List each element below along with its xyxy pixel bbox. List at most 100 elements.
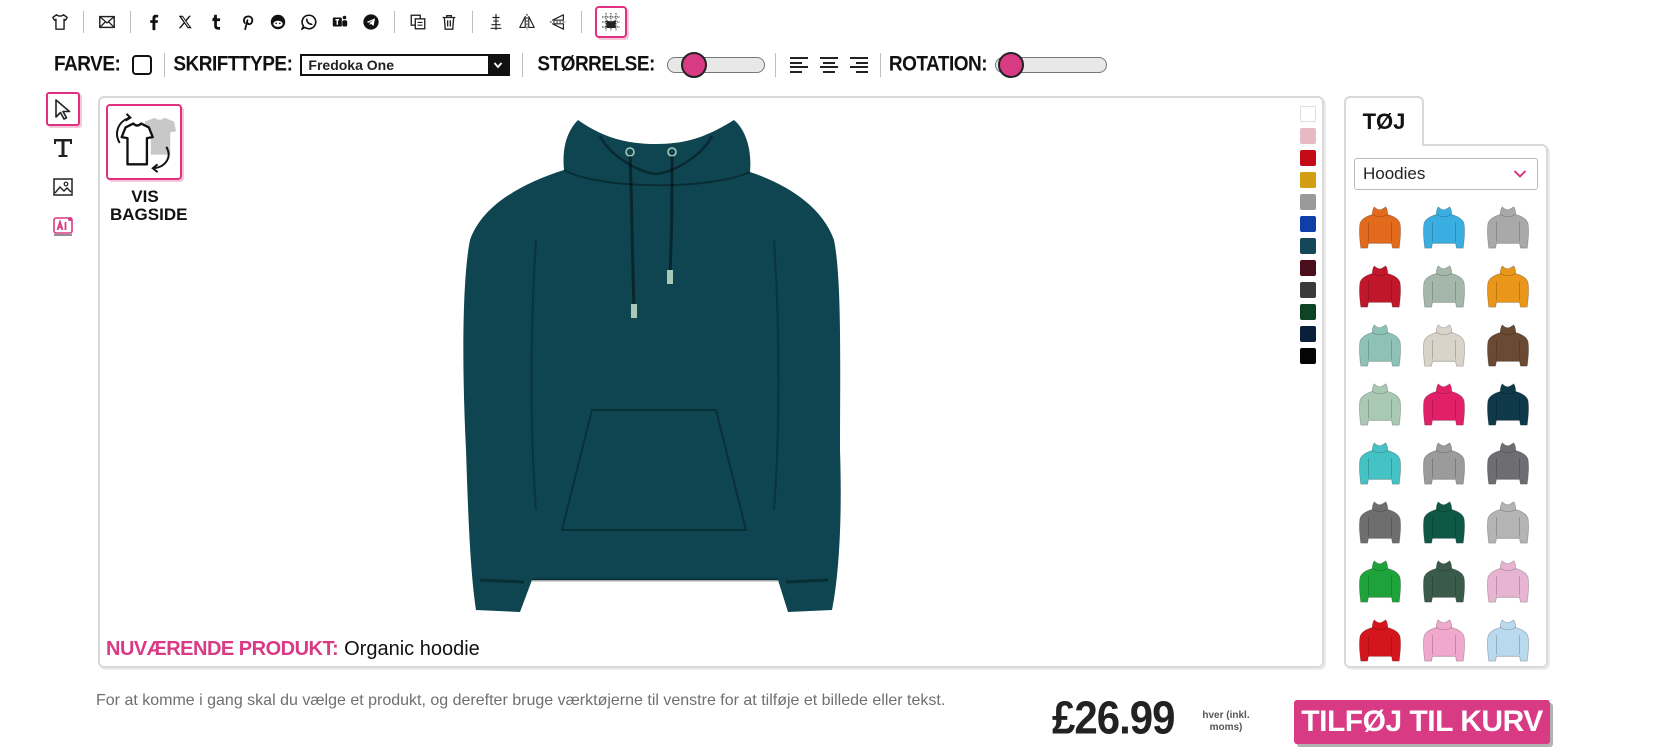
font-select[interactable]: Fredoka One	[300, 54, 511, 76]
category-select[interactable]: Hoodies	[1354, 158, 1538, 190]
product-thumbnail[interactable]	[1352, 556, 1408, 606]
align-right-icon[interactable]	[849, 57, 868, 73]
ai-design-button[interactable]	[46, 209, 80, 243]
tumblr-icon[interactable]	[206, 12, 226, 32]
hoodie-thumbnail-icon	[1487, 619, 1529, 662]
rotation-slider[interactable]	[995, 52, 1108, 78]
reddit-icon[interactable]	[268, 12, 288, 32]
hoodie-thumbnail-icon	[1359, 560, 1401, 603]
price-note: hver (inkl. moms)	[1202, 710, 1250, 733]
divider	[83, 11, 84, 33]
product-thumbnail[interactable]	[1480, 202, 1536, 252]
grid-toggle-button[interactable]	[595, 6, 627, 38]
add-image-button[interactable]	[46, 170, 80, 204]
tab-clothing[interactable]: TØJ	[1344, 96, 1424, 146]
color-swatches	[1300, 106, 1316, 370]
hoodie-thumbnail-icon	[1487, 501, 1529, 544]
product-thumbnail[interactable]	[1480, 320, 1536, 370]
divider	[164, 53, 166, 77]
hoodie-thumbnail-icon	[1423, 501, 1465, 544]
color-swatch[interactable]	[1300, 326, 1316, 342]
trash-icon[interactable]	[439, 12, 459, 32]
product-thumbnail[interactable]	[1416, 497, 1472, 547]
product-thumbnail[interactable]	[1480, 615, 1536, 665]
product-thumbnail[interactable]	[1416, 320, 1472, 370]
copy-icon[interactable]	[408, 12, 428, 32]
color-swatch[interactable]	[1300, 172, 1316, 188]
show-back-label-line1: VIS	[131, 187, 159, 206]
add-to-cart-button[interactable]: TILFØJ TIL KURV	[1294, 700, 1550, 744]
product-thumbnail[interactable]	[1352, 438, 1408, 488]
divider	[879, 53, 881, 77]
hoodie-thumbnail-icon	[1359, 206, 1401, 249]
whatsapp-icon[interactable]	[299, 12, 319, 32]
product-thumbnail[interactable]	[1480, 497, 1536, 547]
color-swatch[interactable]	[1300, 194, 1316, 210]
color-swatch[interactable]	[1300, 282, 1316, 298]
hoodie-thumbnail-icon	[1359, 501, 1401, 544]
image-icon	[53, 178, 73, 196]
color-swatch[interactable]	[1300, 260, 1316, 276]
divider	[394, 11, 395, 33]
product-thumbnail[interactable]	[1416, 556, 1472, 606]
color-swatch[interactable]	[1300, 216, 1316, 232]
ai-icon	[53, 217, 73, 236]
design-canvas[interactable]: VIS BAGSIDE NUVÆRENDE PRODUKT: Organic h…	[98, 96, 1324, 668]
product-thumbnail[interactable]	[1480, 261, 1536, 311]
font-label: SKRIFTTYPE:	[173, 52, 293, 77]
flip-vertical-icon[interactable]	[548, 12, 568, 32]
product-thumbnail[interactable]	[1352, 261, 1408, 311]
rotation-slider-handle[interactable]	[998, 52, 1025, 78]
telegram-icon[interactable]	[361, 12, 381, 32]
hoodie-thumbnail-icon	[1487, 560, 1529, 603]
center-align-icon[interactable]	[486, 12, 506, 32]
facebook-icon[interactable]	[144, 12, 164, 32]
divider	[774, 53, 776, 77]
size-label: STØRRELSE:	[537, 52, 655, 77]
flip-horizontal-icon[interactable]	[517, 12, 537, 32]
color-swatch[interactable]	[1300, 150, 1316, 166]
product-thumbnail[interactable]	[1416, 379, 1472, 429]
product-thumbnail[interactable]	[1480, 379, 1536, 429]
product-thumbnail[interactable]	[1416, 261, 1472, 311]
color-picker[interactable]	[132, 55, 153, 75]
hoodie-thumbnail-icon	[1487, 442, 1529, 485]
show-back-button[interactable]	[106, 104, 182, 180]
product-thumbnail[interactable]	[1416, 202, 1472, 252]
top-icon-bar	[50, 6, 627, 38]
color-swatch[interactable]	[1300, 304, 1316, 320]
color-swatch[interactable]	[1300, 238, 1316, 254]
product-thumbnail[interactable]	[1352, 320, 1408, 370]
product-thumbnail[interactable]	[1352, 615, 1408, 665]
email-icon[interactable]	[97, 12, 117, 32]
product-thumbnail[interactable]	[1352, 497, 1408, 547]
product-thumbnail[interactable]	[1480, 438, 1536, 488]
size-slider-handle[interactable]	[680, 52, 707, 78]
color-swatch[interactable]	[1300, 106, 1316, 122]
product-thumbnail[interactable]	[1352, 202, 1408, 252]
product-thumbnail[interactable]	[1352, 379, 1408, 429]
color-swatch[interactable]	[1300, 348, 1316, 364]
pinterest-icon[interactable]	[237, 12, 257, 32]
align-left-icon[interactable]	[789, 57, 808, 73]
teams-icon[interactable]	[330, 12, 350, 32]
tshirt-icon[interactable]	[50, 12, 70, 32]
show-back-label: VIS BAGSIDE	[110, 187, 187, 224]
add-text-button[interactable]	[46, 131, 80, 165]
size-slider[interactable]	[666, 52, 765, 78]
hint-text: For at komme i gang skal du vælge et pro…	[96, 692, 946, 709]
color-swatch[interactable]	[1300, 128, 1316, 144]
x-icon[interactable]	[175, 12, 195, 32]
product-thumbnail[interactable]	[1416, 615, 1472, 665]
product-thumbnail[interactable]	[1480, 556, 1536, 606]
hoodie-thumbnail-icon	[1423, 265, 1465, 308]
product-image	[463, 120, 841, 612]
hoodie-thumbnail-icon	[1423, 206, 1465, 249]
product-thumbnail[interactable]	[1416, 438, 1472, 488]
select-tool-button[interactable]	[46, 92, 80, 126]
hoodie-thumbnail-icon	[1487, 206, 1529, 249]
current-product: NUVÆRENDE PRODUKT: Organic hoodie	[106, 638, 480, 661]
hoodie-thumbnail-icon	[1359, 442, 1401, 485]
product-panel: Hoodies	[1344, 144, 1548, 668]
align-center-icon[interactable]	[819, 57, 838, 73]
